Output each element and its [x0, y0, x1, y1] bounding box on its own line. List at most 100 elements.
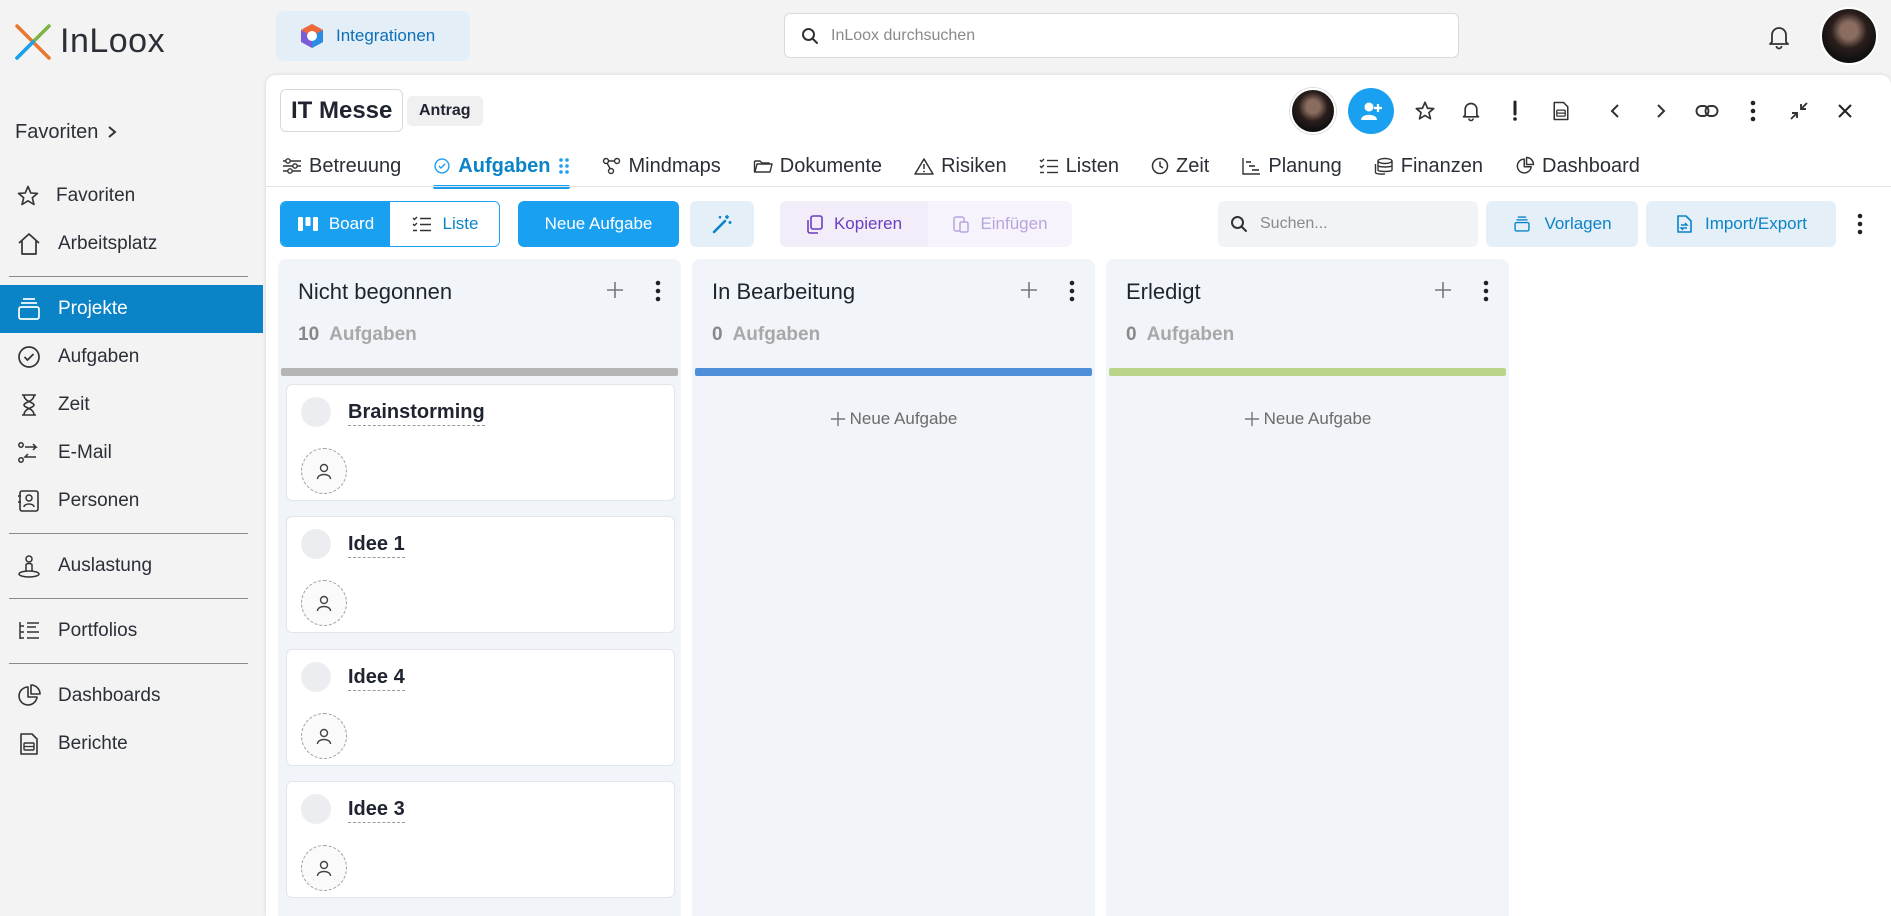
- column-add-button[interactable]: [1016, 277, 1042, 303]
- column-menu-button[interactable]: [1477, 277, 1495, 305]
- import-export-button[interactable]: Import/Export: [1646, 201, 1836, 247]
- global-search[interactable]: [784, 13, 1459, 58]
- sidebar-item-label: E-Mail: [58, 442, 112, 463]
- sidebar-item-aufgaben[interactable]: Aufgaben: [0, 333, 263, 381]
- tab-dashboard[interactable]: Dashboard: [1515, 147, 1640, 185]
- column-title: Nicht begonnen: [298, 279, 453, 304]
- tab-finanzen[interactable]: Finanzen: [1374, 147, 1483, 185]
- magic-wand-button[interactable]: [690, 201, 754, 247]
- more-vertical-icon: [1857, 213, 1863, 235]
- tab-zeit[interactable]: Zeit: [1151, 147, 1209, 185]
- toolbar-more-button[interactable]: [1850, 211, 1870, 237]
- task-card[interactable]: Idee 4: [286, 649, 675, 766]
- board-search-input[interactable]: [1260, 215, 1460, 233]
- sidebar-item-zeit[interactable]: Zeit: [0, 381, 263, 429]
- new-task-button[interactable]: Neue Aufgabe: [518, 201, 679, 247]
- column-status-bar: [695, 368, 1092, 376]
- notify-button[interactable]: [1458, 98, 1484, 124]
- list-view-button[interactable]: Liste: [390, 202, 499, 246]
- more-vertical-icon: [655, 280, 661, 302]
- sidebar-item-favoriten[interactable]: Favoriten: [0, 172, 263, 220]
- chevron-left-icon: [1610, 104, 1619, 118]
- tab-label: Risiken: [941, 154, 1007, 177]
- project-member-avatar[interactable]: [1290, 88, 1336, 134]
- project-title[interactable]: IT Messe: [280, 89, 404, 132]
- sidebar-item-arbeitsplatz[interactable]: Arbeitsplatz: [0, 220, 263, 268]
- sidebar-item-portfolios[interactable]: Portfolios: [0, 607, 263, 655]
- board-search[interactable]: [1218, 201, 1478, 247]
- assign-person-button[interactable]: [301, 713, 347, 759]
- assign-person-button[interactable]: [301, 580, 347, 626]
- integrations-button[interactable]: Integrationen: [276, 11, 470, 61]
- task-complete-toggle[interactable]: [301, 397, 331, 427]
- task-title[interactable]: Idee 4: [348, 666, 405, 691]
- board-view-button[interactable]: Board: [281, 202, 390, 246]
- check-circle-icon: [434, 158, 450, 174]
- checklist-icon: [412, 216, 431, 232]
- collapse-icon: [1790, 102, 1808, 120]
- tab-dokumente[interactable]: Dokumente: [753, 147, 882, 185]
- favorite-button[interactable]: [1412, 98, 1438, 124]
- templates-label: Vorlagen: [1544, 214, 1612, 233]
- column-status-bar: [1109, 368, 1506, 376]
- task-complete-toggle[interactable]: [301, 662, 331, 692]
- assign-person-button[interactable]: [301, 448, 347, 494]
- person-icon: [316, 463, 332, 480]
- sidebar-item-auslastung[interactable]: Auslastung: [0, 542, 263, 590]
- next-button[interactable]: [1648, 98, 1674, 124]
- task-title[interactable]: Brainstorming: [348, 401, 485, 426]
- column-menu-button[interactable]: [1063, 277, 1081, 305]
- sidebar-item-dashboards[interactable]: Dashboards: [0, 672, 263, 720]
- report-button[interactable]: [1548, 98, 1574, 124]
- add-task-button[interactable]: Neue Aufgabe: [1106, 409, 1509, 429]
- drag-handle-icon[interactable]: [558, 157, 570, 175]
- tab-mindmaps[interactable]: Mindmaps: [602, 147, 721, 185]
- task-card[interactable]: Brainstorming: [286, 384, 675, 501]
- add-task-button[interactable]: Neue Aufgabe: [692, 409, 1095, 429]
- task-complete-toggle[interactable]: [301, 794, 331, 824]
- tab-label: Dokumente: [779, 154, 883, 177]
- board-column-in-bearbeitung: In Bearbeitung 0 Aufgaben Neue Aufgabe: [692, 259, 1095, 916]
- priority-button[interactable]: [1502, 98, 1528, 124]
- copy-button[interactable]: Kopieren: [780, 201, 928, 247]
- inloox-logo[interactable]: InLoox: [14, 22, 165, 61]
- assign-person-button[interactable]: [301, 845, 347, 891]
- task-title[interactable]: Idee 1: [348, 533, 405, 558]
- task-complete-toggle[interactable]: [301, 529, 331, 559]
- collapse-button[interactable]: [1786, 98, 1812, 124]
- person-icon: [316, 860, 332, 877]
- task-title[interactable]: Idee 3: [348, 798, 405, 823]
- templates-button[interactable]: Vorlagen: [1486, 201, 1638, 247]
- sidebar-item-personen[interactable]: Personen: [0, 477, 263, 525]
- sidebar-item-berichte[interactable]: Berichte: [0, 720, 263, 768]
- user-avatar[interactable]: [1820, 7, 1878, 65]
- column-menu-button[interactable]: [649, 277, 667, 305]
- more-vertical-icon: [1069, 280, 1075, 302]
- more-options-button[interactable]: [1740, 98, 1766, 124]
- tab-risiken[interactable]: Risiken: [914, 147, 1007, 185]
- coins-icon: [1374, 157, 1393, 175]
- notifications-button[interactable]: [1767, 24, 1791, 50]
- paste-button[interactable]: Einfügen: [928, 201, 1072, 247]
- status-badge[interactable]: Antrag: [407, 96, 483, 126]
- person-icon: [316, 595, 332, 612]
- favorites-header[interactable]: Favoriten: [0, 114, 263, 150]
- add-user-icon: [1361, 102, 1382, 120]
- view-toggle: Board Liste: [280, 201, 500, 247]
- previous-button[interactable]: [1602, 98, 1628, 124]
- column-add-button[interactable]: [1430, 277, 1456, 303]
- global-search-input[interactable]: [831, 26, 1431, 45]
- tab-aufgaben[interactable]: Aufgaben: [433, 147, 570, 189]
- close-button[interactable]: [1832, 98, 1858, 124]
- task-card[interactable]: Idee 1: [286, 516, 675, 633]
- sidebar-item-projekte[interactable]: Projekte: [0, 285, 263, 333]
- tab-label: Betreuung: [309, 154, 402, 177]
- task-card[interactable]: Idee 3: [286, 781, 675, 898]
- tab-betreuung[interactable]: Betreuung: [282, 147, 401, 185]
- copy-link-button[interactable]: [1694, 98, 1720, 124]
- add-member-button[interactable]: [1348, 88, 1394, 134]
- tab-planung[interactable]: Planung: [1241, 147, 1342, 185]
- column-add-button[interactable]: [602, 277, 628, 303]
- sidebar-item-email[interactable]: E-Mail: [0, 429, 263, 477]
- tab-listen[interactable]: Listen: [1039, 147, 1119, 185]
